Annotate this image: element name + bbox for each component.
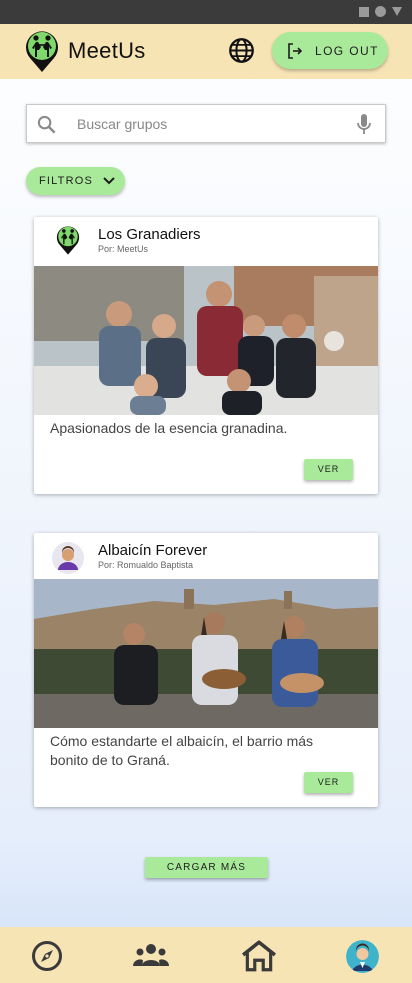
microphone-icon[interactable]: [357, 114, 371, 135]
avatar: [52, 542, 84, 574]
group-description: Apasionados de la esencia granadina.: [50, 420, 288, 436]
circle-icon: [375, 6, 386, 17]
profile-avatar[interactable]: [346, 940, 379, 973]
group-author: Por: MeetUs: [98, 244, 149, 254]
view-group-button[interactable]: VER: [304, 772, 353, 793]
group-photo: [34, 579, 378, 728]
logout-label: LOG OUT: [315, 43, 379, 58]
app-title: MeetUs: [68, 38, 146, 63]
filters-button[interactable]: FILTROS: [26, 167, 125, 195]
filters-label: FILTROS: [39, 175, 94, 187]
home-icon[interactable]: [241, 940, 277, 972]
square-icon: [359, 6, 369, 17]
globe-icon[interactable]: [228, 37, 255, 64]
logout-button[interactable]: LOG OUT: [272, 32, 388, 69]
group-description: Cómo estandarte el albaicín, el barrio m…: [50, 733, 314, 768]
view-group-button[interactable]: VER: [304, 459, 353, 480]
logout-icon: [288, 42, 303, 59]
status-bar: [0, 0, 412, 24]
triangle-icon: [392, 7, 402, 16]
app-header: MeetUs LOG OUT: [0, 24, 412, 79]
groups-icon[interactable]: [133, 940, 169, 972]
search-input[interactable]: [77, 113, 337, 135]
group-card: Albaicín Forever Por: Romualdo Baptista …: [34, 533, 378, 807]
group-author: Por: Romualdo Baptista: [98, 560, 194, 570]
bottom-navigation: [0, 927, 412, 983]
group-title: Albaicín Forever: [98, 542, 208, 559]
group-title: Los Granadiers: [98, 226, 201, 243]
search-icon: [37, 115, 56, 134]
load-more-button[interactable]: CARGAR MÁS: [145, 857, 268, 878]
group-logo-icon: [56, 226, 80, 255]
group-card: Los Granadiers Por: MeetUs Apasionados d…: [34, 217, 378, 494]
app-logo-icon: [26, 31, 58, 73]
compass-icon[interactable]: [29, 940, 65, 972]
search-bar: [26, 104, 386, 143]
group-photo: [34, 266, 378, 415]
chevron-down-icon: [103, 177, 115, 185]
